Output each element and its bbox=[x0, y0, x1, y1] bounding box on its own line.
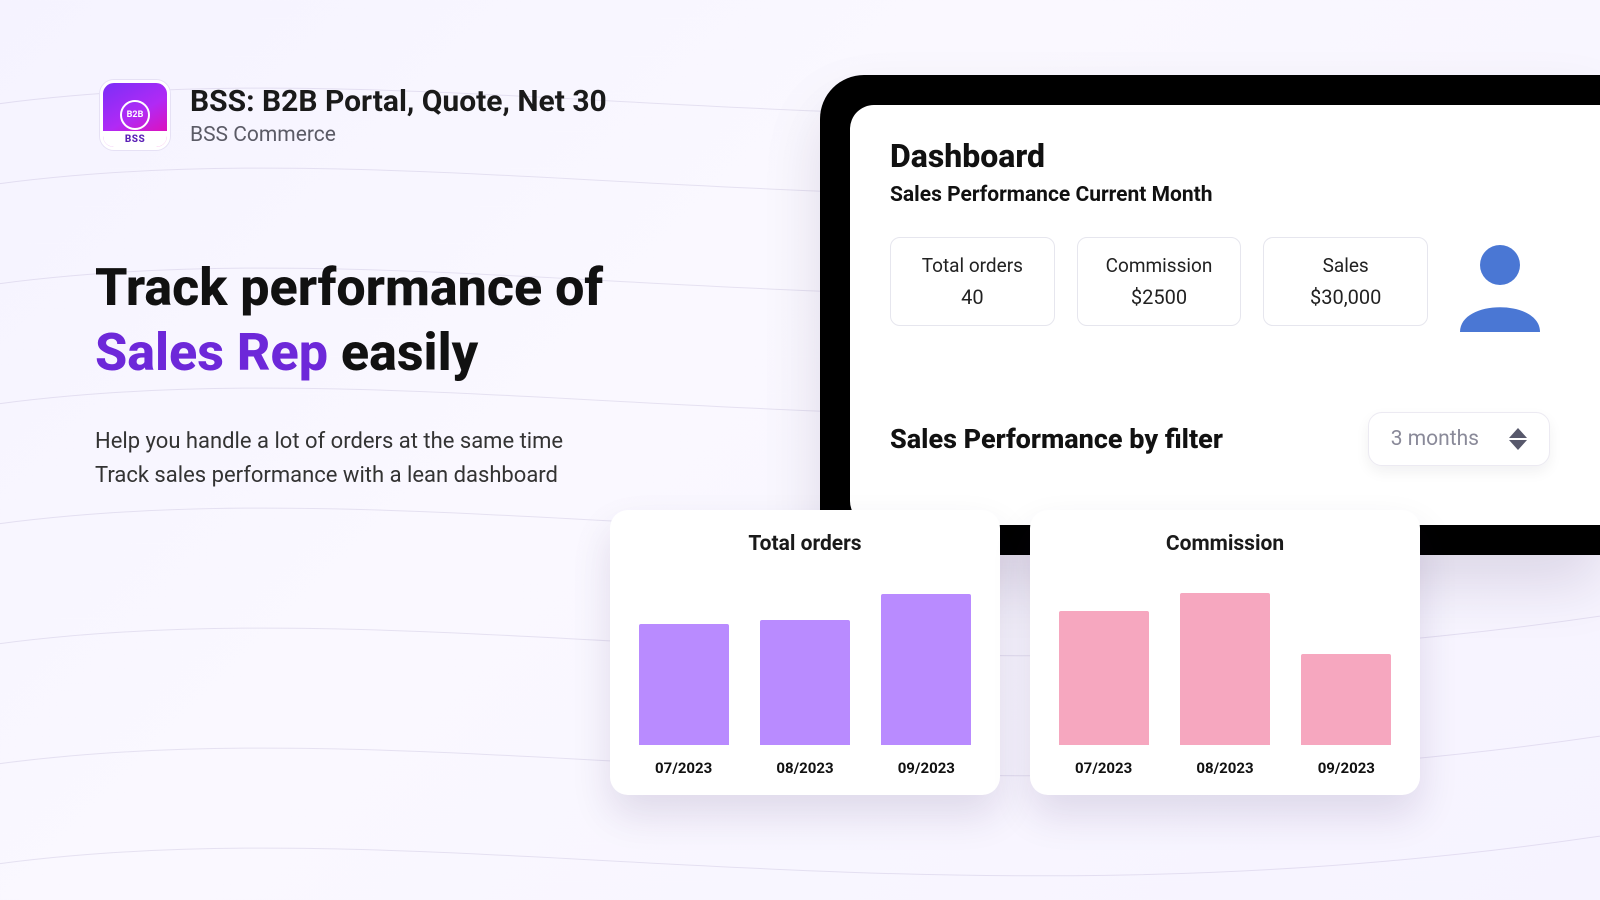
hero-accent: Sales Rep bbox=[95, 322, 328, 383]
stat-value: 40 bbox=[901, 285, 1044, 309]
b2b-sync-icon: B2B bbox=[120, 100, 150, 130]
chart-commission: Commission 07/2023 08/2023 09/2023 bbox=[1030, 510, 1420, 795]
filter-row: Sales Performance by filter 3 months bbox=[890, 412, 1560, 466]
stat-commission: Commission $2500 bbox=[1077, 237, 1242, 326]
bar-xlabel: 07/2023 bbox=[1075, 759, 1132, 777]
bar-item: 08/2023 bbox=[1180, 593, 1270, 777]
bar-xlabel: 08/2023 bbox=[776, 759, 833, 777]
app-title: BSS: B2B Portal, Quote, Net 30 bbox=[190, 84, 607, 119]
brand-logo: B2B BSS bbox=[100, 80, 170, 150]
stat-cards-row: Total orders 40 Commission $2500 Sales $… bbox=[890, 237, 1560, 337]
charts-row: Total orders 07/2023 08/2023 09/2023 Commi… bbox=[610, 510, 1420, 795]
filter-range-select[interactable]: 3 months bbox=[1368, 412, 1550, 466]
hero-desc-2: Track sales performance with a lean dash… bbox=[95, 459, 655, 493]
chart-title: Total orders bbox=[636, 532, 974, 556]
bar bbox=[1301, 654, 1391, 745]
stat-total-orders: Total orders 40 bbox=[890, 237, 1055, 326]
stepper-arrows-icon bbox=[1509, 428, 1527, 450]
bar bbox=[1059, 611, 1149, 745]
dashboard-screen: Dashboard Sales Performance Current Mont… bbox=[850, 105, 1600, 525]
bar bbox=[760, 620, 850, 745]
chart-title: Commission bbox=[1056, 532, 1394, 556]
bar-xlabel: 09/2023 bbox=[898, 759, 955, 777]
hero-line-1: Track performance of bbox=[95, 257, 603, 318]
stat-sales: Sales $30,000 bbox=[1263, 237, 1428, 326]
bar bbox=[639, 624, 729, 745]
app-vendor: BSS Commerce bbox=[190, 123, 607, 147]
hero-copy: Track performance of Sales Rep easily He… bbox=[95, 255, 655, 493]
hero-headline: Track performance of Sales Rep easily bbox=[95, 255, 655, 385]
filter-heading: Sales Performance by filter bbox=[890, 423, 1223, 455]
stat-label: Commission bbox=[1088, 254, 1231, 277]
bar-group: 07/2023 08/2023 09/2023 bbox=[636, 576, 974, 777]
bar-xlabel: 08/2023 bbox=[1196, 759, 1253, 777]
stat-value: $2500 bbox=[1088, 285, 1231, 309]
bar-xlabel: 07/2023 bbox=[655, 759, 712, 777]
hero-tail: easily bbox=[328, 322, 478, 383]
chart-total-orders: Total orders 07/2023 08/2023 09/2023 bbox=[610, 510, 1000, 795]
bar bbox=[881, 594, 971, 745]
dashboard-subtitle: Sales Performance Current Month bbox=[890, 183, 1560, 207]
bar-xlabel: 09/2023 bbox=[1318, 759, 1375, 777]
tablet-frame: Dashboard Sales Performance Current Mont… bbox=[820, 75, 1600, 555]
stat-label: Total orders bbox=[901, 254, 1044, 277]
bar bbox=[1180, 593, 1270, 745]
dashboard-title: Dashboard bbox=[890, 137, 1560, 175]
stat-label: Sales bbox=[1274, 254, 1417, 277]
bar-item: 07/2023 bbox=[1059, 611, 1149, 777]
bar-item: 07/2023 bbox=[639, 624, 729, 777]
filter-value: 3 months bbox=[1391, 427, 1479, 451]
bar-item: 09/2023 bbox=[881, 594, 971, 777]
user-avatar-icon bbox=[1450, 237, 1550, 337]
bar-group: 07/2023 08/2023 09/2023 bbox=[1056, 576, 1394, 777]
bar-item: 08/2023 bbox=[760, 620, 850, 777]
hero-desc-1: Help you handle a lot of orders at the s… bbox=[95, 425, 655, 459]
bar-item: 09/2023 bbox=[1301, 654, 1391, 777]
brand-badge: BSS bbox=[103, 131, 167, 147]
app-brand: B2B BSS BSS: B2B Portal, Quote, Net 30 B… bbox=[100, 80, 607, 150]
stat-value: $30,000 bbox=[1274, 285, 1417, 309]
